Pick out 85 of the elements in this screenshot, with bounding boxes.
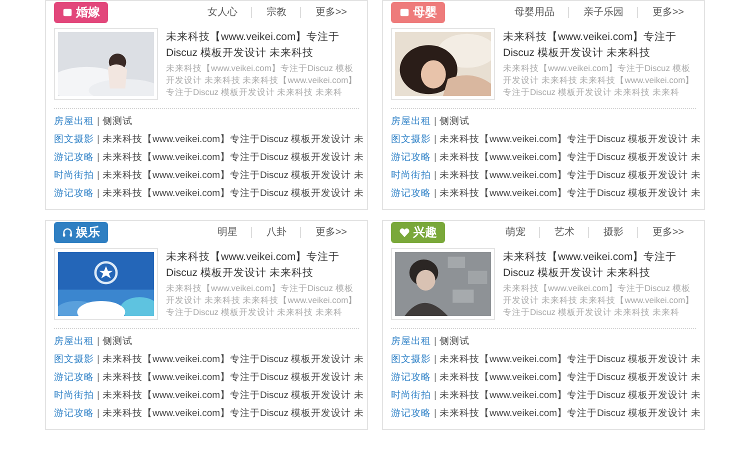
tag-link[interactable]: 明星 — [217, 225, 238, 239]
article-link[interactable]: 未来科技【www.veikei.com】专注于Discuz 模板开发设计 未 — [102, 149, 364, 167]
category-link[interactable]: 时尚街拍 — [391, 387, 431, 405]
article-link[interactable]: 侧测试 — [439, 113, 470, 131]
category-link[interactable]: 游记攻略 — [54, 405, 94, 423]
article-link[interactable]: 侧测试 — [102, 113, 132, 131]
article-link[interactable]: 未来科技【www.veikei.com】专注于Discuz 模板开发设计 未 — [439, 167, 701, 185]
category-badge[interactable]: 婚嫁 — [54, 2, 108, 22]
article-summary: 未来科技【www.veikei.com】专注于Discuz 模板开发设计 未来科技 未来科技【www.veikei.com】专注于Discuz 模板开发设计 未来科技 未来科 — [503, 62, 696, 98]
article-link[interactable]: 未来科技【www.veikei.com】专注于Discuz 模板开发设计 未 — [102, 369, 364, 387]
article-link[interactable]: 未来科技【www.veikei.com】专注于Discuz 模板开发设计 未 — [102, 167, 364, 185]
article-link[interactable]: 未来科技【www.veikei.com】专注于Discuz 模板开发设计 未 — [439, 387, 701, 405]
category-link[interactable]: 房屋出租 — [391, 333, 431, 351]
category-link[interactable]: 时尚街拍 — [391, 167, 431, 185]
article-link[interactable]: 未来科技【www.veikei.com】专注于Discuz 模板开发设计 未 — [102, 351, 364, 369]
article-link[interactable]: 未来科技【www.veikei.com】专注于Discuz 模板开发设计 未 — [439, 149, 701, 167]
article-link[interactable]: 侧测试 — [102, 333, 132, 351]
article-link[interactable]: 未来科技【www.veikei.com】专注于Discuz 模板开发设计 未 — [439, 185, 701, 203]
category-link[interactable]: 图文摄影 — [54, 351, 94, 369]
category-link[interactable]: 游记攻略 — [54, 149, 94, 167]
article-link[interactable]: 未来科技【www.veikei.com】专注于Discuz 模板开发设计 未 — [102, 405, 364, 423]
tag-link[interactable]: 萌宠 — [505, 225, 526, 239]
article-link[interactable]: 侧测试 — [439, 333, 470, 351]
separator-text: | — [97, 115, 100, 129]
category-badge[interactable]: 娱乐 — [54, 222, 108, 242]
tag-link[interactable]: 母婴用品 — [514, 5, 554, 19]
article-link[interactable]: 未来科技【www.veikei.com】专注于Discuz 模板开发设计 未 — [102, 131, 364, 149]
tag-link[interactable]: 亲子乐园 — [583, 5, 624, 19]
separator-text: | — [97, 335, 100, 349]
tag-link[interactable]: 女人心 — [207, 5, 238, 19]
separator-text: | — [434, 133, 436, 147]
category-link[interactable]: 房屋出租 — [54, 113, 94, 131]
separator-text: | — [97, 187, 100, 201]
tag-link[interactable]: 艺术 — [554, 225, 574, 239]
category-link[interactable]: 游记攻略 — [54, 369, 94, 387]
separator-text: | — [97, 151, 100, 165]
article-link[interactable]: 未来科技【www.veikei.com】专注于Discuz 模板开发设计 未 — [439, 131, 701, 149]
headphones-icon — [62, 226, 73, 238]
category-link[interactable]: 图文摄影 — [391, 351, 431, 369]
category-link[interactable]: 游记攻略 — [391, 185, 431, 203]
category-link[interactable]: 游记攻略 — [391, 405, 431, 423]
article-link[interactable]: 未来科技【www.veikei.com】专注于Discuz 模板开发设计 未 — [102, 185, 364, 203]
tag-link[interactable]: 宗教 — [266, 5, 286, 19]
separator-text: | — [434, 187, 436, 201]
article-summary: 未来科技【www.veikei.com】专注于Discuz 模板开发设计 未来科技 未来科技【www.veikei.com】专注于Discuz 模板开发设计 未来科技 未来科 — [166, 62, 358, 98]
category-link[interactable]: 图文摄影 — [391, 131, 431, 149]
separator-text: | — [434, 335, 436, 349]
heart-icon — [399, 226, 410, 238]
article-link[interactable]: 未来科技【www.veikei.com】专注于Discuz 模板开发设计 未 — [102, 387, 364, 405]
article-title[interactable]: 未来科技【www.veikei.com】专注于Discuz 模板开发设计 未来科技 — [166, 249, 359, 281]
tag-link[interactable]: 更多>> — [652, 225, 684, 239]
separator-text: | — [97, 353, 100, 367]
separator-text: | — [97, 371, 100, 385]
separator-text: | — [434, 407, 436, 421]
separator-text: | — [97, 169, 100, 183]
article-link[interactable]: 未来科技【www.veikei.com】专注于Discuz 模板开发设计 未 — [439, 369, 701, 387]
separator-text: | — [434, 151, 436, 165]
separator-text: | — [434, 371, 436, 385]
article-summary: 未来科技【www.veikei.com】专注于Discuz 模板开发设计 未来科技 未来科技【www.veikei.com】专注于Discuz 模板开发设计 未来科技 未来科 — [166, 282, 358, 318]
category-link[interactable]: 时尚街拍 — [54, 167, 94, 185]
category-link[interactable]: 游记攻略 — [54, 185, 94, 203]
category-link[interactable]: 房屋出租 — [54, 333, 94, 351]
tag-link[interactable]: 更多>> — [315, 225, 347, 239]
separator-text: | — [434, 353, 436, 367]
separator-text: | — [434, 115, 436, 129]
category-link[interactable]: 时尚街拍 — [54, 387, 94, 405]
category-link[interactable]: 游记攻略 — [391, 369, 431, 387]
article-title[interactable]: 未来科技【www.veikei.com】专注于Discuz 模板开发设计 未来科技 — [166, 29, 359, 61]
separator-text: | — [97, 407, 100, 421]
tag-link[interactable]: 八卦 — [266, 225, 286, 239]
article-link[interactable]: 未来科技【www.veikei.com】专注于Discuz 模板开发设计 未 — [439, 351, 701, 369]
article-summary: 未来科技【www.veikei.com】专注于Discuz 模板开发设计 未来科技 未来科技【www.veikei.com】专注于Discuz 模板开发设计 未来科技 未来科 — [503, 282, 696, 318]
tag-link[interactable]: 更多>> — [652, 5, 684, 19]
article-link[interactable]: 未来科技【www.veikei.com】专注于Discuz 模板开发设计 未 — [439, 405, 701, 423]
separator-text: | — [97, 389, 100, 403]
category-link[interactable]: 图文摄影 — [54, 131, 94, 149]
category-link[interactable]: 游记攻略 — [391, 149, 431, 167]
separator-text: | — [434, 169, 436, 183]
article-title[interactable]: 未来科技【www.veikei.com】专注于Discuz 模板开发设计 未来科技 — [503, 29, 696, 61]
article-title[interactable]: 未来科技【www.veikei.com】专注于Discuz 模板开发设计 未来科技 — [503, 249, 696, 281]
category-link[interactable]: 房屋出租 — [391, 113, 431, 131]
tag-link[interactable]: 摄影 — [603, 225, 624, 239]
separator-text: | — [97, 133, 100, 147]
tag-link[interactable]: 更多>> — [315, 5, 347, 19]
separator-text: | — [434, 389, 436, 403]
